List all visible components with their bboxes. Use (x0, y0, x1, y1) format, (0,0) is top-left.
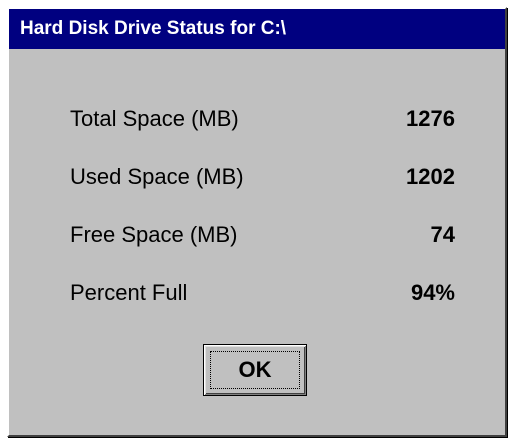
percent-full-label: Percent Full (70, 280, 188, 305)
ok-button[interactable]: OK (203, 344, 307, 396)
ok-button-label: OK (238, 357, 272, 382)
used-space-value: 1202 (406, 164, 455, 189)
dialog-title: Hard Disk Drive Status for C:\ (20, 18, 287, 39)
percent-full-value: 94% (410, 280, 455, 305)
stat-row-free-space: Free Space (MB) 74 (9, 220, 505, 278)
used-space-label: Used Space (MB) (70, 164, 244, 189)
disk-status-dialog: Hard Disk Drive Status for C:\ Total Spa… (7, 7, 507, 437)
stats-list: Total Space (MB) 1276 Used Space (MB) 12… (9, 104, 505, 336)
free-space-label: Free Space (MB) (70, 222, 238, 247)
dialog-title-bar[interactable]: Hard Disk Drive Status for C:\ (9, 9, 505, 49)
free-space-value: 74 (430, 222, 455, 247)
stat-row-total-space: Total Space (MB) 1276 (9, 104, 505, 162)
total-space-label: Total Space (MB) (70, 106, 239, 131)
stat-row-used-space: Used Space (MB) 1202 (9, 162, 505, 220)
total-space-value: 1276 (406, 106, 455, 131)
stat-row-percent-full: Percent Full 94% (9, 278, 505, 336)
